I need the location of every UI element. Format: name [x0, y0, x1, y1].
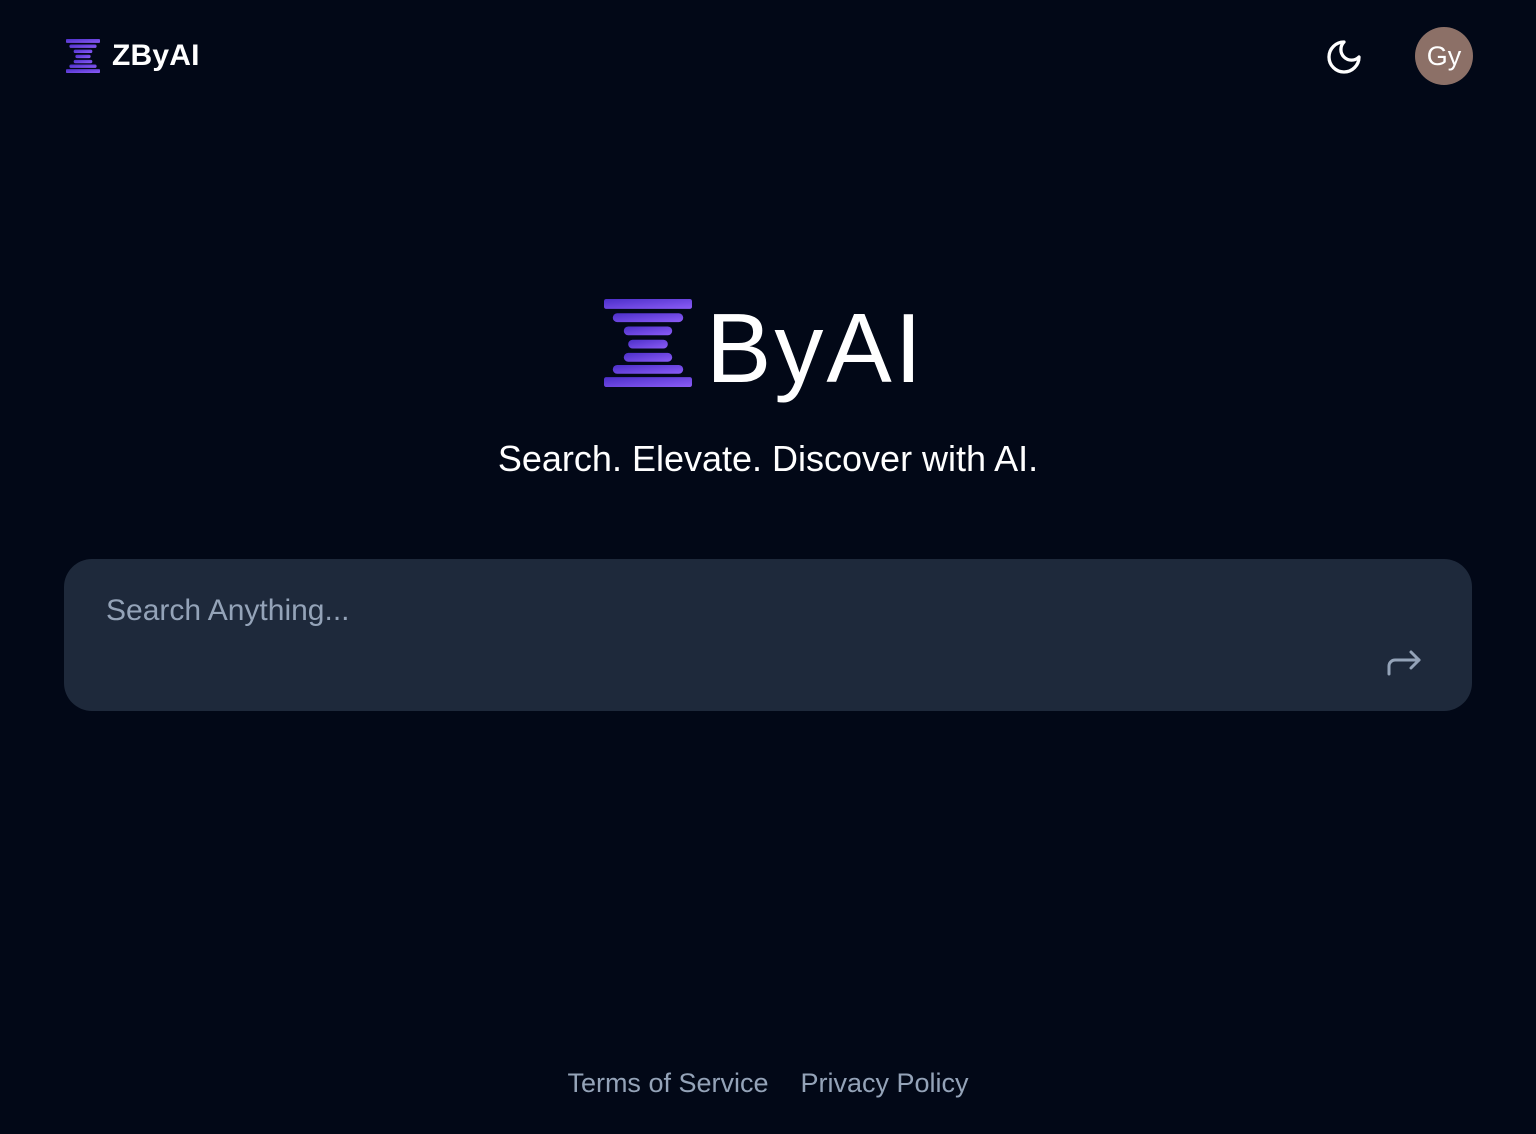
search-box [64, 559, 1472, 711]
privacy-policy-link[interactable]: Privacy Policy [801, 1064, 969, 1102]
hero-logo: ByAI [604, 296, 925, 400]
moon-icon [1327, 40, 1361, 74]
search-input[interactable] [106, 589, 1366, 633]
brand-name: ZByAI [112, 39, 200, 72]
hero-wordmark: ByAI [706, 293, 925, 403]
user-avatar[interactable]: Gy [1415, 27, 1473, 85]
terms-of-service-link[interactable]: Terms of Service [567, 1064, 768, 1102]
top-bar: ZByAI Gy [0, 0, 1536, 112]
zbyai-logo-icon [66, 39, 100, 73]
search-submit-button[interactable] [1382, 641, 1428, 683]
footer: Terms of Service Privacy Policy [0, 1064, 1536, 1102]
tagline: Search. Elevate. Discover with AI. [497, 438, 1039, 479]
theme-toggle-button[interactable] [1320, 33, 1368, 81]
zbyai-logo-mark-icon [604, 299, 692, 387]
brand-home-link[interactable]: ZByAI [66, 38, 200, 74]
forward-arrow-icon [1387, 650, 1421, 676]
